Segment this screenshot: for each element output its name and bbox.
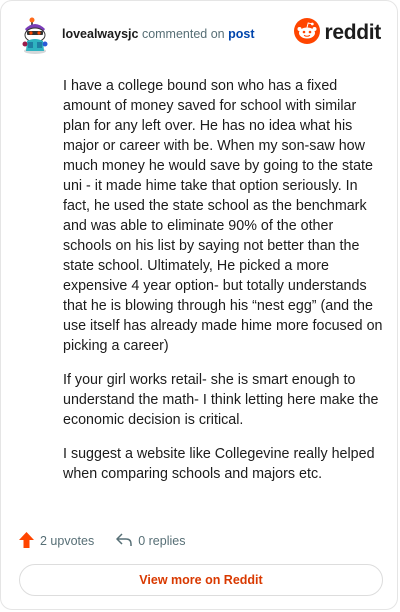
upvote-button[interactable]: 2 upvotes — [19, 531, 95, 551]
brand-name: reddit — [324, 21, 381, 44]
comment-embed-card: lovealwaysjc commented on post reddit I … — [0, 0, 398, 610]
reddit-logo-icon — [294, 17, 321, 49]
post-link[interactable]: post — [228, 27, 254, 41]
snoo-avatar-icon[interactable] — [19, 15, 51, 55]
comment-header: lovealwaysjc commented on post reddit — [19, 15, 381, 55]
username[interactable]: lovealwaysjc — [62, 27, 138, 41]
comment-paragraph: I suggest a website like Collegevine rea… — [63, 446, 375, 482]
comment-paragraph: I have a college bound son who has a fix… — [63, 78, 383, 354]
upvote-count: 2 upvotes — [40, 534, 95, 548]
view-more-button[interactable]: View more on Reddit — [19, 564, 383, 596]
reply-count: 0 replies — [138, 534, 186, 548]
reply-icon — [116, 532, 138, 550]
action-text: commented on — [141, 27, 225, 41]
comment-body: I have a college bound son who has a fix… — [63, 76, 385, 498]
replies-button[interactable]: 0 replies — [116, 532, 186, 550]
comment-footer: 2 upvotes 0 replies — [19, 529, 207, 553]
author-line: lovealwaysjc commented on post — [62, 27, 255, 41]
reddit-brand[interactable]: reddit — [294, 17, 381, 49]
comment-paragraph: If your girl works retail- she is smart … — [63, 372, 379, 428]
upvote-arrow-icon — [19, 531, 40, 551]
